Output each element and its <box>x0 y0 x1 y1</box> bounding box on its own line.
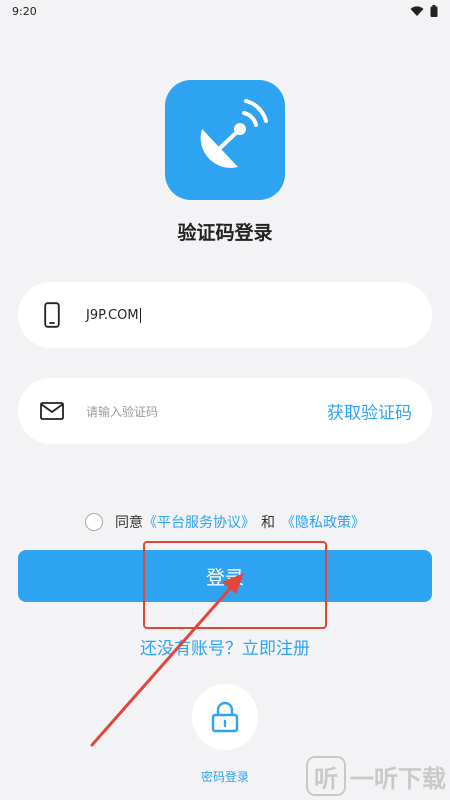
agreement-radio[interactable] <box>85 513 103 531</box>
phone-field[interactable]: J9P.COM <box>18 282 432 348</box>
service-agreement-link[interactable]: 《平台服务协议》 <box>143 512 255 532</box>
app-logo <box>165 80 285 200</box>
page-title: 验证码登录 <box>177 222 273 244</box>
watermark: 听 一听下载 <box>306 756 446 796</box>
status-bar: 9:20 <box>0 0 450 22</box>
get-code-button[interactable]: 获取验证码 <box>327 399 412 424</box>
wifi-icon <box>410 5 424 16</box>
agreement-and: 和 <box>261 515 275 531</box>
envelope-icon <box>38 402 66 420</box>
phone-input[interactable]: J9P.COM <box>86 307 141 323</box>
login-button[interactable]: 登录 <box>18 550 432 602</box>
status-icons <box>410 5 438 17</box>
watermark-text: 一听下载 <box>350 764 446 793</box>
text-caret <box>139 307 141 323</box>
privacy-policy-link[interactable]: 《隐私政策》 <box>281 512 365 532</box>
battery-icon <box>430 5 438 17</box>
agreement-prefix: 同意 <box>115 515 143 531</box>
register-link[interactable]: 还没有账号？立即注册 <box>0 634 450 659</box>
verification-code-field[interactable]: 请输入验证码 获取验证码 <box>18 378 432 444</box>
agreement-row: 同意 《平台服务协议》 和 《隐私政策》 <box>0 512 450 532</box>
phone-icon <box>38 302 66 328</box>
verification-code-input[interactable]: 请输入验证码 <box>86 403 158 420</box>
watermark-badge: 听 <box>306 756 346 796</box>
status-time: 9:20 <box>12 4 37 18</box>
lock-icon <box>211 701 239 733</box>
satellite-dish-icon <box>200 99 268 168</box>
password-login-button[interactable] <box>192 684 258 750</box>
